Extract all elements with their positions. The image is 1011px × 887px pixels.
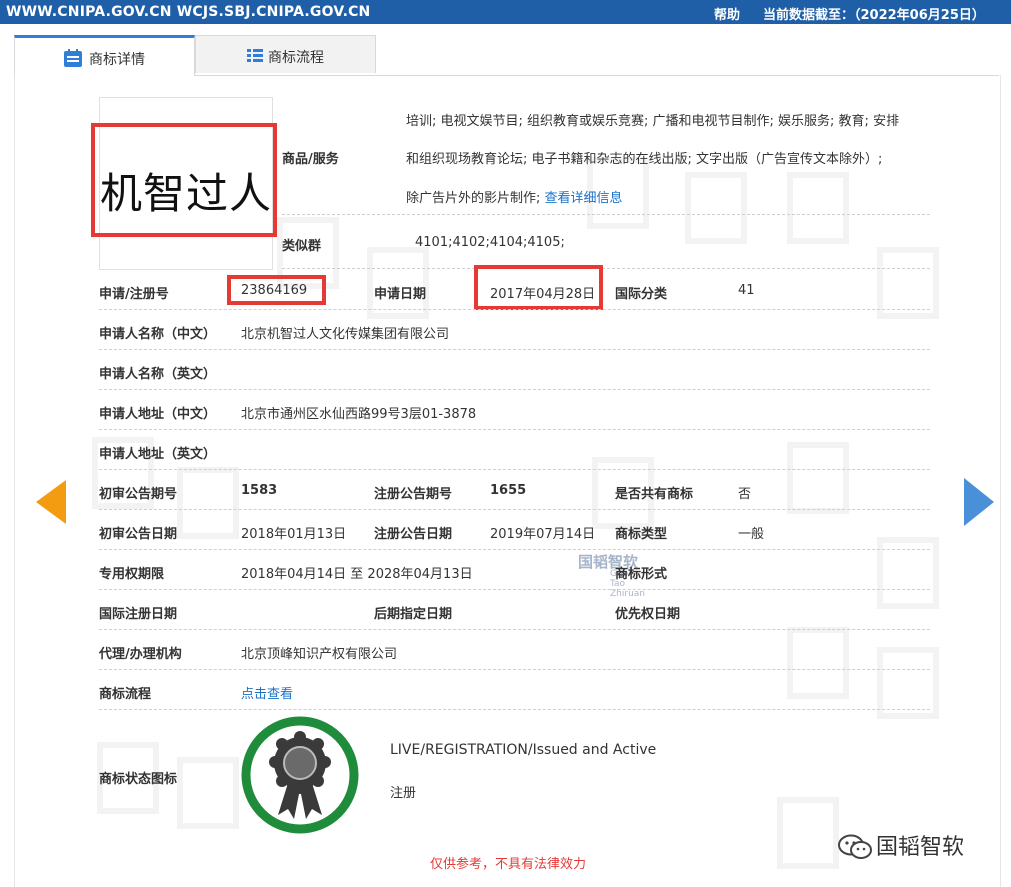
status-chinese: 注册 [390,786,417,801]
exclusive-period-value: 2018年04月14日 至 2028年04月13日 [241,567,473,582]
intl-class-value: 41 [738,283,755,298]
prelim-date-value: 2018年01月13日 [241,527,347,542]
similar-group-label: 类似群 [282,239,322,254]
registered-seal-icon [240,715,360,835]
prelim-date-label: 初审公告日期 [99,527,178,542]
highlight-box-reg-no [227,275,326,305]
reg-ann-no-value: 1655 [490,483,527,498]
status-english: LIVE/REGISTRATION/Issued and Active [390,742,657,758]
mark-type-value: 一般 [738,527,765,542]
goods-services-label: 商品/服务 [282,152,339,167]
later-designation-label: 后期指定日期 [374,607,453,622]
divider [99,349,930,350]
reg-ann-date-label: 注册公告日期 [374,527,453,542]
help-link[interactable]: 帮助 [714,4,740,23]
divider [282,214,930,215]
status-icon-label: 商标状态图标 [99,772,178,787]
divider [99,309,930,310]
applicant-en-label: 申请人名称（英文） [99,367,217,382]
goods-line-3: 除广告片外的影片制作; 查看详细信息 [406,187,623,206]
next-arrow-icon[interactable] [964,478,994,526]
divider [99,669,930,670]
prelim-no-value: 1583 [241,483,278,498]
goods-line: 和组织现场教育论坛; 电子书籍和杂志的在线出版; 文字出版（广告宣传文本除外）; [406,152,883,167]
tab-trademark-process[interactable]: 商标流程 [195,35,376,73]
divider [99,429,930,430]
divider [99,709,930,710]
tab-bar: 商标详情 商标流程 [14,35,999,76]
top-bar: WWW.CNIPA.GOV.CN WCJS.SBJ.CNIPA.GOV.CN 帮… [0,0,1011,24]
reg-no-label: 申请/注册号 [99,287,169,302]
previous-arrow-icon[interactable] [36,480,66,524]
applicant-cn-label: 申请人名称（中文） [99,327,217,342]
mark-form-label: 商标形式 [615,567,668,582]
priority-date-label: 优先权日期 [615,607,681,622]
address-cn-label: 申请人地址（中文） [99,407,217,422]
divider [282,268,930,269]
address-cn-value: 北京市通州区水仙西路99号3层01-3878 [241,407,477,422]
similar-group-value: 4101;4102;4104;4105; [415,235,565,250]
tab-trademark-process-label: 商标流程 [268,50,324,66]
divider [99,589,930,590]
shared-mark-value: 否 [738,487,752,502]
app-date-label: 申请日期 [374,287,427,302]
divider [99,549,930,550]
applicant-cn-value: 北京机智过人文化传媒集团有限公司 [241,327,450,342]
address-en-label: 申请人地址（英文） [99,447,217,462]
goods-line: 培训; 电视文娱节目; 组织教育或娱乐竞赛; 广播和电视节目制作; 娱乐服务; … [406,114,900,129]
exclusive-period-label: 专用权期限 [99,567,165,582]
wechat-icon [838,834,872,864]
shared-mark-label: 是否共有商标 [615,487,694,502]
list-icon [246,47,264,69]
prelim-no-label: 初审公告期号 [99,487,178,502]
highlight-box-trademark [91,123,277,237]
reg-ann-no-label: 注册公告期号 [374,487,453,502]
divider [99,629,930,630]
agent-label: 代理/办理机构 [99,647,182,662]
process-label: 商标流程 [99,687,152,702]
view-process-link[interactable]: 点击查看 [241,683,293,702]
goods-line: 除广告片外的影片制作; [406,191,541,206]
calendar-icon [63,48,83,72]
agent-value: 北京顶峰知识产权有限公司 [241,647,398,662]
view-details-link[interactable]: 查看详细信息 [545,191,623,206]
site-url: WWW.CNIPA.GOV.CN WCJS.SBJ.CNIPA.GOV.CN [6,4,371,20]
wechat-account-name: 国韬智软 [876,835,965,860]
divider [99,389,930,390]
highlight-box-app-date [474,265,603,310]
intl-reg-date-label: 国际注册日期 [99,607,178,622]
disclaimer-text: 仅供参考，不具有法律效力 [430,857,587,872]
divider [99,509,930,510]
mark-type-label: 商标类型 [615,527,668,542]
intl-class-label: 国际分类 [615,287,668,302]
divider [99,469,930,470]
tab-trademark-detail[interactable]: 商标详情 [14,35,195,76]
tab-trademark-detail-label: 商标详情 [89,52,145,68]
reg-ann-date-value: 2019年07月14日 [490,527,596,542]
data-cutoff-date: 当前数据截至：（2022年06月25日） [763,8,985,23]
